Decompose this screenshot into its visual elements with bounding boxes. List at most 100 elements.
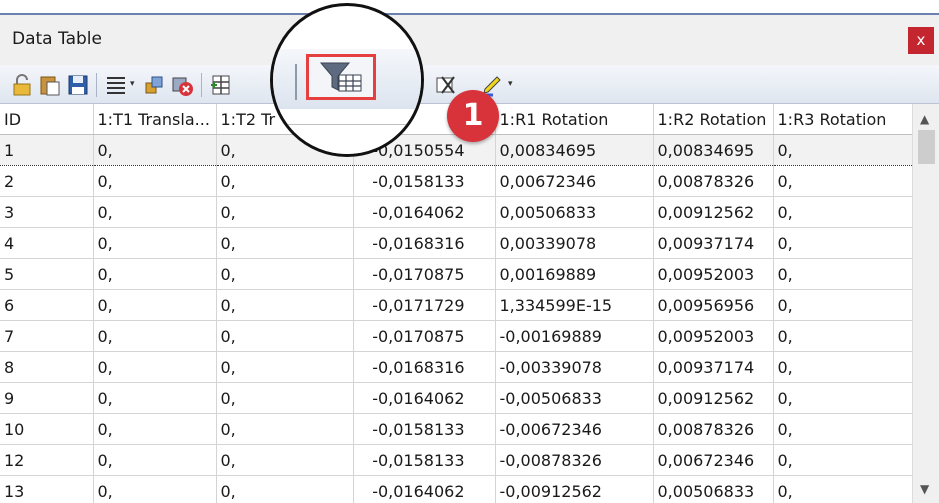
cell[interactable]: 0,00952003 xyxy=(653,258,774,290)
cell[interactable]: 0, xyxy=(773,289,912,321)
chevron-down-icon[interactable]: ▾ xyxy=(508,79,513,89)
cell[interactable]: -0,00878326 xyxy=(495,444,654,476)
cell[interactable]: 0,00912562 xyxy=(653,382,774,414)
table-row[interactable]: 8 0, 0, -0,0168316 -0,00339078 0,00937174 0, xyxy=(0,351,912,383)
table-row[interactable]: 9 0, 0, -0,0164062 -0,00506833 0,00912562 0, xyxy=(0,382,912,414)
cell[interactable]: 0, xyxy=(216,351,354,383)
cell[interactable]: 7 xyxy=(0,320,94,352)
cell[interactable]: 0, xyxy=(216,196,354,228)
cell[interactable]: -0,00506833 xyxy=(495,382,654,414)
cell[interactable]: -0,00339078 xyxy=(495,351,654,383)
cell[interactable]: 0, xyxy=(93,258,217,290)
table-row[interactable]: 6 0, 0, -0,0171729 1,334599E-15 0,00956956 0, xyxy=(0,289,912,321)
cell[interactable]: 0, xyxy=(773,351,912,383)
cell[interactable]: 13 xyxy=(0,475,94,503)
scroll-up-icon[interactable]: ▲ xyxy=(920,112,929,126)
filter-table-button[interactable] xyxy=(306,54,376,100)
cell[interactable]: 0, xyxy=(93,413,217,445)
scroll-thumb[interactable] xyxy=(918,130,935,164)
cell[interactable]: 0, xyxy=(216,165,354,197)
cell[interactable]: 0, xyxy=(93,382,217,414)
cell[interactable]: 0, xyxy=(773,196,912,228)
column-list-icon[interactable] xyxy=(104,73,128,97)
cell[interactable]: 4 xyxy=(0,227,94,259)
column-header-r1[interactable]: 1:R1 Rotation xyxy=(495,104,654,135)
cell[interactable]: -0,0164062 xyxy=(353,196,496,228)
column-header-t1[interactable]: 1:T1 Transla... xyxy=(93,104,217,135)
cell[interactable]: -0,00912562 xyxy=(495,475,654,503)
cell[interactable]: -0,0158133 xyxy=(353,444,496,476)
cell[interactable]: 0,00912562 xyxy=(653,196,774,228)
cell[interactable]: 12 xyxy=(0,444,94,476)
cell[interactable]: 0, xyxy=(216,382,354,414)
cell[interactable]: 0, xyxy=(773,382,912,414)
cell[interactable]: -0,0170875 xyxy=(353,320,496,352)
cell[interactable]: 0, xyxy=(773,134,912,166)
link-icon[interactable] xyxy=(142,73,166,97)
cell[interactable]: 0, xyxy=(93,320,217,352)
vertical-scrollbar[interactable]: ▲ ▼ xyxy=(912,104,939,503)
cell[interactable]: 0,00878326 xyxy=(653,413,774,445)
cell[interactable]: 0, xyxy=(773,258,912,290)
cell[interactable]: -0,0164062 xyxy=(353,475,496,503)
table-row[interactable]: 12 0, 0, -0,0158133 -0,00878326 0,00672346 0, xyxy=(0,444,912,476)
column-header-r2[interactable]: 1:R2 Rotation xyxy=(653,104,774,135)
cell[interactable]: 0, xyxy=(773,165,912,197)
cell[interactable]: 6 xyxy=(0,289,94,321)
table-row[interactable]: 4 0, 0, -0,0168316 0,00339078 0,00937174 0, xyxy=(0,227,912,259)
cell[interactable]: 1,334599E-15 xyxy=(495,289,654,321)
cell[interactable]: 0,00937174 xyxy=(653,351,774,383)
cell[interactable]: 0,00506833 xyxy=(653,475,774,503)
cell[interactable]: 0, xyxy=(773,475,912,503)
cell[interactable]: 0,00834695 xyxy=(653,134,774,166)
cell[interactable]: -0,0171729 xyxy=(353,289,496,321)
chevron-down-icon[interactable]: ▾ xyxy=(130,79,135,89)
cell[interactable]: 0, xyxy=(216,227,354,259)
column-header-r3[interactable]: 1:R3 Rotation xyxy=(773,104,912,135)
cell[interactable]: 0, xyxy=(93,351,217,383)
cell[interactable]: 0,00956956 xyxy=(653,289,774,321)
cell[interactable]: 0, xyxy=(93,289,217,321)
cell[interactable]: 0, xyxy=(93,227,217,259)
close-button[interactable]: x xyxy=(908,27,934,54)
table-row[interactable]: 13 0, 0, -0,0164062 -0,00912562 0,00506833 0, xyxy=(0,475,912,503)
insert-column-icon[interactable] xyxy=(209,73,233,97)
cell[interactable]: 0, xyxy=(773,227,912,259)
cell[interactable]: 0,00878326 xyxy=(653,165,774,197)
cell[interactable]: -0,0158133 xyxy=(353,413,496,445)
column-header-id[interactable]: ID xyxy=(0,104,94,135)
cell[interactable]: 0,00672346 xyxy=(495,165,654,197)
cell[interactable]: -0,0164062 xyxy=(353,382,496,414)
scroll-down-icon[interactable]: ▼ xyxy=(920,482,929,496)
cell[interactable]: 8 xyxy=(0,351,94,383)
cell[interactable]: 0, xyxy=(773,413,912,445)
cell[interactable]: 0,00339078 xyxy=(495,227,654,259)
cell[interactable]: 0,00506833 xyxy=(495,196,654,228)
cell[interactable]: 0, xyxy=(773,444,912,476)
table-row[interactable]: 2 0, 0, -0,0158133 0,00672346 0,00878326 0, xyxy=(0,165,912,197)
cell[interactable]: 0, xyxy=(93,165,217,197)
cell[interactable]: -0,00672346 xyxy=(495,413,654,445)
cell[interactable]: 0,00952003 xyxy=(653,320,774,352)
table-row[interactable]: 3 0, 0, -0,0164062 0,00506833 0,00912562 0, xyxy=(0,196,912,228)
cell[interactable]: 0, xyxy=(773,320,912,352)
cell[interactable]: -0,0168316 xyxy=(353,227,496,259)
cell[interactable]: 0, xyxy=(216,413,354,445)
cell[interactable]: 10 xyxy=(0,413,94,445)
cell[interactable]: 0,00672346 xyxy=(653,444,774,476)
cell[interactable]: 0,00937174 xyxy=(653,227,774,259)
paste-icon[interactable] xyxy=(38,73,62,97)
table-row[interactable]: 10 0, 0, -0,0158133 -0,00672346 0,00878326 0, xyxy=(0,413,912,445)
cell[interactable]: 0, xyxy=(216,289,354,321)
cell[interactable]: 0, xyxy=(93,196,217,228)
cell[interactable]: 0, xyxy=(216,444,354,476)
cell[interactable]: -0,0168316 xyxy=(353,351,496,383)
table-row[interactable]: 10,0,-0,01505540,008346950,008346950, xyxy=(0,134,912,166)
save-icon[interactable] xyxy=(66,73,90,97)
cell[interactable]: -0,00169889 xyxy=(495,320,654,352)
cell[interactable]: 5 xyxy=(0,258,94,290)
delete-icon[interactable] xyxy=(170,73,194,97)
cell[interactable]: -0,0158133 xyxy=(353,165,496,197)
clear-filter-icon[interactable] xyxy=(434,73,458,97)
cell[interactable]: 0,00834695 xyxy=(495,134,654,166)
